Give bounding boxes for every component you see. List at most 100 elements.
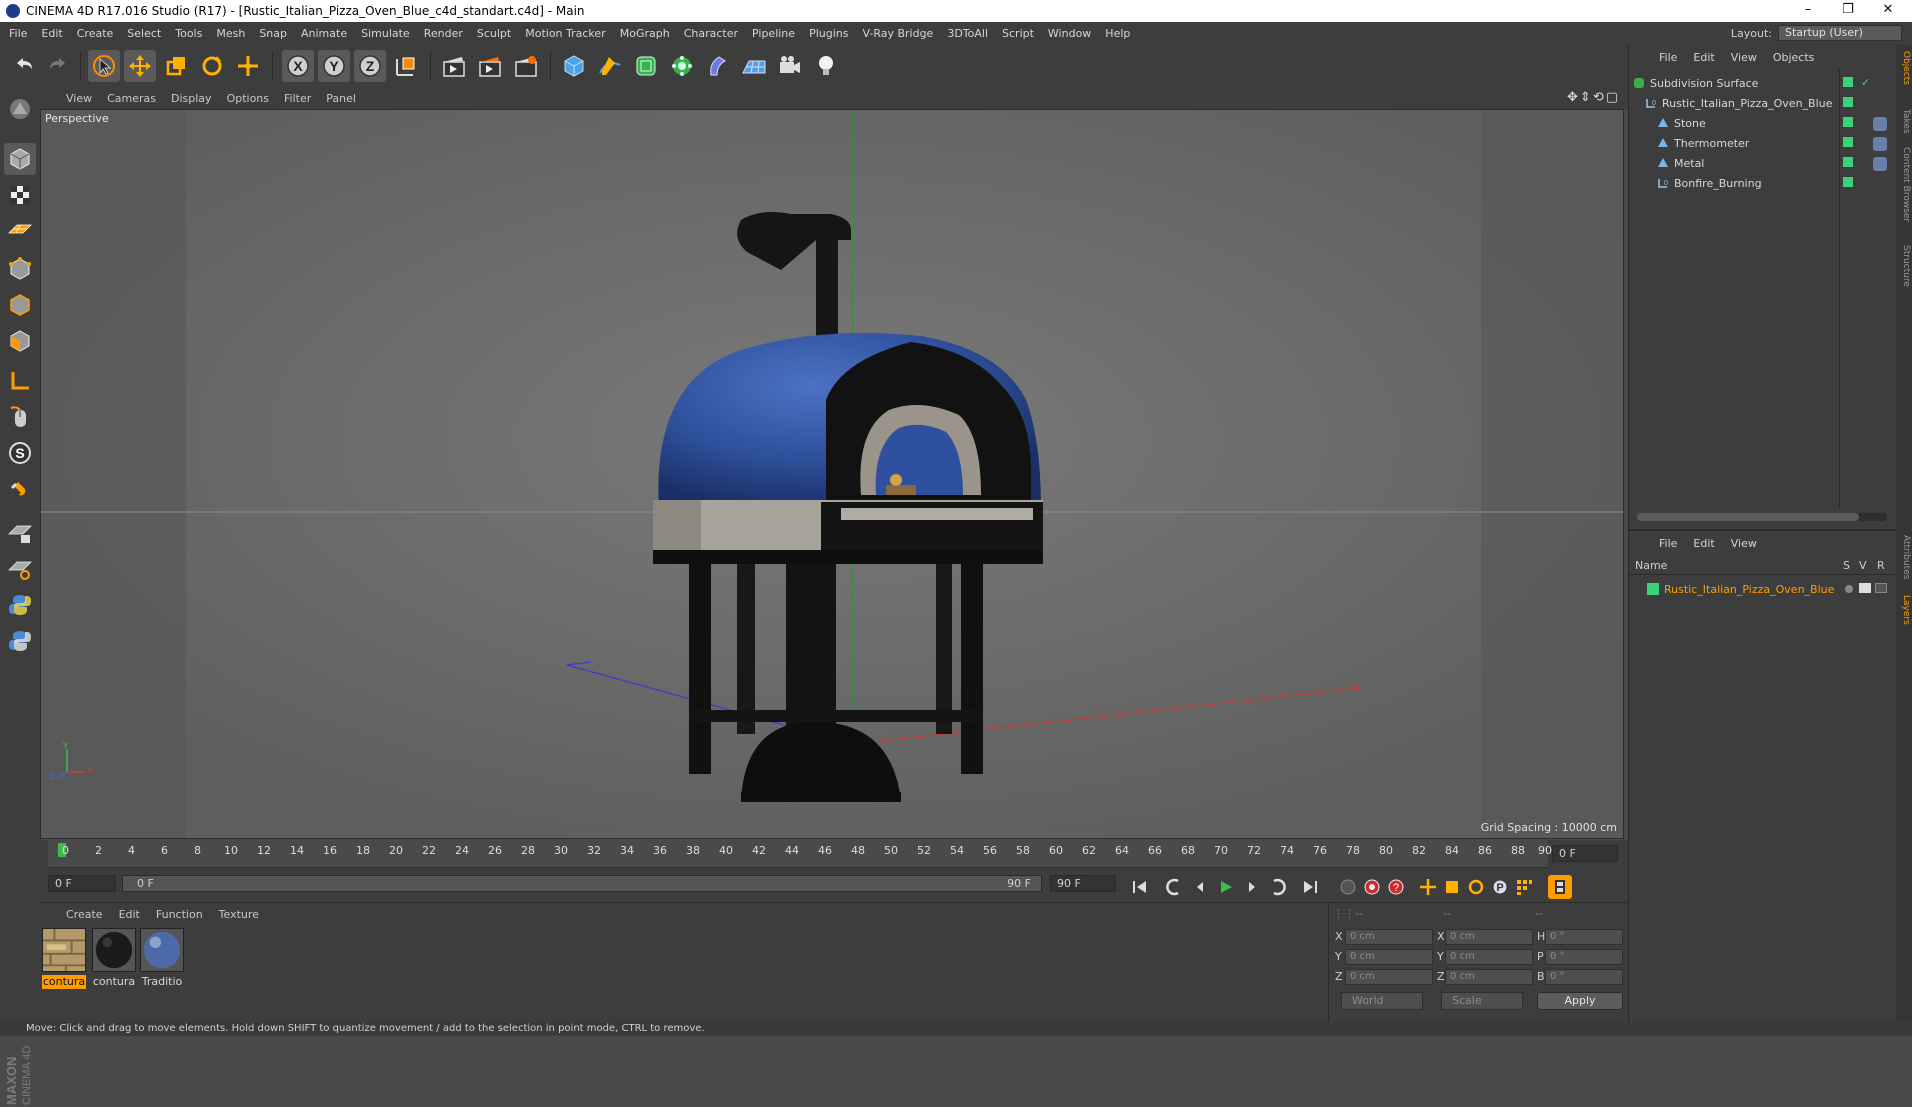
perspective-viewport[interactable]: Y X Z Perspective Grid Spacing : 10000 c… xyxy=(40,109,1624,839)
apply-button[interactable]: Apply xyxy=(1537,992,1623,1010)
object-row-subdivision-surface[interactable]: Subdivision Surface xyxy=(1633,73,1855,93)
keyframe-selection-button[interactable]: ? xyxy=(1384,875,1408,899)
pos-x-field[interactable]: 0 cm xyxy=(1345,929,1433,945)
transform-mode-dropdown[interactable]: Scale xyxy=(1441,992,1523,1010)
current-frame-field[interactable]: 0 F xyxy=(1552,845,1618,862)
layers-menu-view[interactable]: View xyxy=(1731,537,1757,550)
menu-create[interactable]: Create xyxy=(77,27,114,40)
play-button[interactable] xyxy=(1214,875,1238,899)
menu-sculpt[interactable]: Sculpt xyxy=(477,27,511,40)
menu-select[interactable]: Select xyxy=(127,27,161,40)
live-selection-button[interactable] xyxy=(88,50,120,82)
render-view-button[interactable] xyxy=(438,50,470,82)
menu-mograph[interactable]: MoGraph xyxy=(620,27,670,40)
add-mograph-cloner-button[interactable] xyxy=(666,50,698,82)
material-tag-icon[interactable] xyxy=(1873,137,1887,151)
polygons-mode-button[interactable] xyxy=(4,325,36,357)
viewport-menu-cameras[interactable]: Cameras xyxy=(107,92,156,105)
viewport-menu-panel[interactable]: Panel xyxy=(326,92,356,105)
tab-takes[interactable]: Takes xyxy=(1897,109,1911,134)
object-row-metal[interactable]: Metal xyxy=(1633,153,1855,173)
viewport-menu-view[interactable]: View xyxy=(66,92,92,105)
add-subdivision-button[interactable] xyxy=(630,50,662,82)
material-swatch[interactable]: contura xyxy=(42,928,86,989)
coordinate-mode-dropdown[interactable]: World xyxy=(1341,992,1423,1010)
material-swatch[interactable]: Traditio xyxy=(140,928,184,988)
key-parameter-button[interactable]: P xyxy=(1488,875,1512,899)
layer-color-swatch[interactable] xyxy=(1843,117,1853,127)
axis-mode-button[interactable] xyxy=(4,365,36,397)
menu-snap[interactable]: Snap xyxy=(259,27,287,40)
menu-plugins[interactable]: Plugins xyxy=(809,27,848,40)
enabled-check-icon[interactable]: ✓ xyxy=(1861,76,1870,89)
menu-character[interactable]: Character xyxy=(684,27,738,40)
redo-button[interactable] xyxy=(42,50,74,82)
tab-content-browser[interactable]: Content Browser xyxy=(1897,147,1911,222)
maximize-button[interactable]: ❐ xyxy=(1828,0,1868,22)
prev-keyframe-button[interactable] xyxy=(1162,875,1186,899)
objects-menu-view[interactable]: View xyxy=(1731,51,1757,64)
size-y-field[interactable]: 0 cm xyxy=(1445,949,1533,965)
planar-workplane-button[interactable] xyxy=(4,553,36,585)
x-axis-lock-button[interactable]: X xyxy=(282,50,314,82)
tab-structure[interactable]: Structure xyxy=(1897,245,1911,287)
workplane-mode-button[interactable] xyxy=(4,213,36,245)
coordinate-system-button[interactable] xyxy=(390,50,422,82)
scale-tool-button[interactable] xyxy=(160,50,192,82)
points-mode-button[interactable] xyxy=(4,253,36,285)
layout-dropdown[interactable]: Startup (User) xyxy=(1778,25,1902,41)
layer-color-swatch[interactable] xyxy=(1843,77,1853,87)
objects-menu-edit[interactable]: Edit xyxy=(1693,51,1714,64)
object-manager-scrollbar[interactable] xyxy=(1637,513,1887,521)
python-script-button[interactable] xyxy=(4,589,36,621)
menu-window[interactable]: Window xyxy=(1048,27,1091,40)
layer-color-swatch[interactable] xyxy=(1843,137,1853,147)
edges-mode-button[interactable] xyxy=(4,289,36,321)
recent-tool-button[interactable] xyxy=(232,50,264,82)
locked-workplane-button[interactable] xyxy=(4,517,36,549)
objects-menu-objects[interactable]: Objects xyxy=(1773,51,1815,64)
material-swatch[interactable]: contura xyxy=(92,928,136,988)
close-button[interactable]: ✕ xyxy=(1868,0,1908,22)
rot-p-field[interactable]: 0 ° xyxy=(1545,949,1623,965)
timeline-ruler[interactable]: 0 2 4 6 8 10 12 14 16 18 20 22 24 26 28 … xyxy=(48,840,1552,868)
y-axis-lock-button[interactable]: Y xyxy=(318,50,350,82)
layers-menu-file[interactable]: File xyxy=(1659,537,1677,550)
object-row-stone[interactable]: Stone xyxy=(1633,113,1855,133)
go-to-start-button[interactable] xyxy=(1128,875,1152,899)
go-to-end-button[interactable] xyxy=(1298,875,1322,899)
tweak-mode-button[interactable] xyxy=(4,401,36,433)
viewport-menu-options[interactable]: Options xyxy=(227,92,269,105)
key-pla-button[interactable] xyxy=(1512,875,1536,899)
material-menu-texture[interactable]: Texture xyxy=(219,908,259,921)
layer-render-icon[interactable] xyxy=(1875,583,1887,593)
add-camera-button[interactable] xyxy=(774,50,806,82)
menu-edit[interactable]: Edit xyxy=(41,27,62,40)
viewport-camera-label[interactable]: Perspective xyxy=(45,112,109,125)
material-menu-create[interactable]: Create xyxy=(66,908,103,921)
menu-file[interactable]: File xyxy=(9,27,27,40)
next-keyframe-button[interactable] xyxy=(1266,875,1290,899)
pos-z-field[interactable]: 0 cm xyxy=(1345,969,1433,985)
menu-motion-tracker[interactable]: Motion Tracker xyxy=(525,27,605,40)
enable-snap-button[interactable] xyxy=(4,477,36,509)
menu-script[interactable]: Script xyxy=(1002,27,1034,40)
key-position-button[interactable] xyxy=(1416,875,1440,899)
menu-vray-bridge[interactable]: V-Ray Bridge xyxy=(862,27,933,40)
tab-objects[interactable]: Objects xyxy=(1897,51,1911,85)
menu-render[interactable]: Render xyxy=(424,27,463,40)
layer-solo-toggle[interactable] xyxy=(1845,585,1853,593)
add-cube-button[interactable] xyxy=(558,50,590,82)
object-row-thermometer[interactable]: Thermometer xyxy=(1633,133,1855,153)
rot-b-field[interactable]: 0 ° xyxy=(1545,969,1623,985)
prev-frame-button[interactable] xyxy=(1188,875,1212,899)
tab-attributes[interactable]: Attributes xyxy=(1897,535,1911,579)
timeline-window-button[interactable] xyxy=(1548,875,1572,899)
layers-menu-edit[interactable]: Edit xyxy=(1693,537,1714,550)
snap-toggle-button[interactable]: S xyxy=(4,437,36,469)
texture-mode-button[interactable] xyxy=(4,179,36,211)
objects-menu-file[interactable]: File xyxy=(1659,51,1677,64)
autokeying-button[interactable] xyxy=(1360,875,1384,899)
tab-layers[interactable]: Layers xyxy=(1897,595,1911,625)
end-frame-field[interactable]: 90 F xyxy=(1050,875,1116,892)
